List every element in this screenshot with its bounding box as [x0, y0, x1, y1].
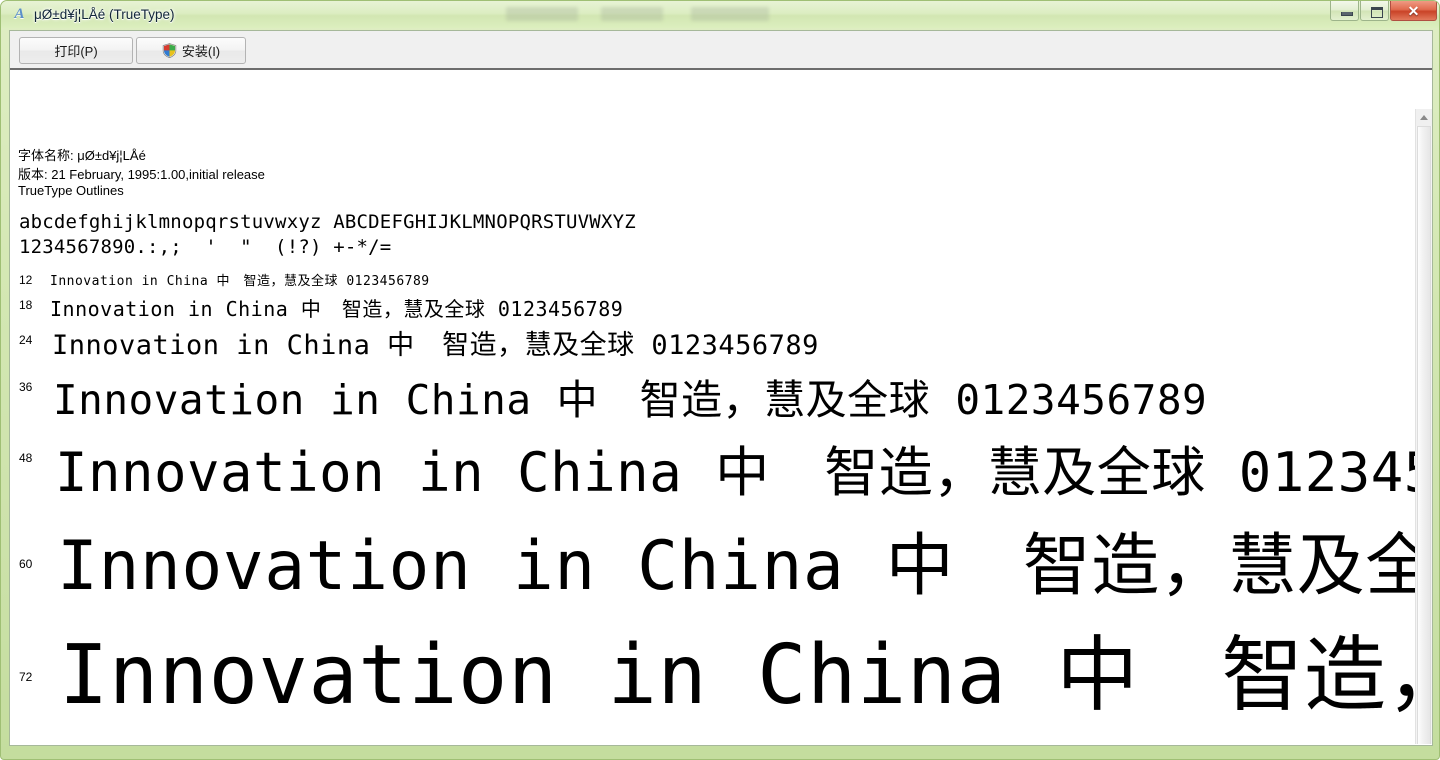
size-label-72: 72 [19, 670, 33, 684]
print-button[interactable]: 打印(P) [19, 37, 133, 64]
install-button-label: 安装(I) [181, 44, 221, 59]
close-icon: ✕ [1407, 3, 1420, 19]
font-outline-line: TrueType Outlines [18, 183, 124, 198]
font-viewer-window: A μØ±d¥j¦LÅé (TrueType) ✕ 打印(P) 安装(I) 字体… [0, 0, 1440, 760]
client-area: 打印(P) 安装(I) 字体名称: μØ±d¥j¦LÅé 版本: 21 Febr… [9, 30, 1433, 746]
scroll-up-arrow-icon[interactable] [1416, 109, 1432, 126]
scrollbar-thumb[interactable] [1417, 126, 1431, 745]
size-label-36: 36 [19, 380, 33, 394]
size-label-12: 12 [19, 273, 33, 287]
minimize-button[interactable] [1330, 1, 1359, 21]
font-preview-canvas: 字体名称: μØ±d¥j¦LÅé 版本: 21 February, 1995:1… [10, 70, 1415, 745]
sample-text-36: Innovation in China 中 智造，慧及全球 0123456789 [53, 376, 1208, 424]
sample-text-24: Innovation in China 中 智造，慧及全球 0123456789 [52, 330, 819, 361]
up-triangle [1420, 115, 1428, 120]
sample-text-12: Innovation in China 中 智造，慧及全球 0123456789 [50, 274, 430, 289]
toolbar: 打印(P) 安装(I) [10, 31, 1432, 70]
title-ghost-artifact-1 [506, 7, 578, 21]
print-button-label: 打印(P) [54, 44, 98, 59]
window-title: μØ±d¥j¦LÅé (TrueType) [34, 7, 175, 22]
window-controls: ✕ [1329, 1, 1437, 23]
sample-text-60: Innovation in China 中 智造，慧及全球 0123456789 [57, 527, 1415, 606]
sample-text-48: Innovation in China 中 智造，慧及全球 0123456789 [55, 441, 1415, 504]
uac-shield-icon [162, 43, 177, 58]
font-letter-a-icon: A [14, 6, 25, 22]
digits-specimen-line: 1234567890.:,; ' " (!?) +-*/= [19, 236, 392, 258]
size-label-18: 18 [19, 298, 33, 312]
font-preview-pane[interactable]: 字体名称: μØ±d¥j¦LÅé 版本: 21 February, 1995:1… [10, 70, 1432, 745]
minimize-icon [1341, 12, 1353, 16]
sample-text-72: Innovation in China 中 智造，慧及全球 0123456789 [59, 628, 1415, 723]
sample-text-18: Innovation in China 中 智造，慧及全球 0123456789 [50, 297, 624, 321]
title-ghost-artifact-2 [601, 7, 663, 21]
pane-bottom-edge [10, 744, 1432, 745]
close-button[interactable]: ✕ [1390, 1, 1437, 21]
vertical-scrollbar[interactable] [1415, 109, 1432, 745]
font-name-line: 字体名称: μØ±d¥j¦LÅé [18, 148, 146, 163]
size-label-60: 60 [19, 557, 33, 571]
size-label-24: 24 [19, 333, 33, 347]
install-button[interactable]: 安装(I) [136, 37, 246, 64]
maximize-button[interactable] [1360, 1, 1389, 21]
title-ghost-artifact-3 [691, 7, 769, 21]
scrollbar-track[interactable] [1416, 126, 1432, 745]
font-version-line: 版本: 21 February, 1995:1.00,initial relea… [18, 167, 265, 182]
maximize-icon [1371, 7, 1383, 18]
alphabet-specimen-line: abcdefghijklmnopqrstuvwxyz ABCDEFGHIJKLM… [19, 211, 636, 233]
title-bar[interactable]: A μØ±d¥j¦LÅé (TrueType) ✕ [1, 1, 1439, 28]
size-label-48: 48 [19, 451, 33, 465]
